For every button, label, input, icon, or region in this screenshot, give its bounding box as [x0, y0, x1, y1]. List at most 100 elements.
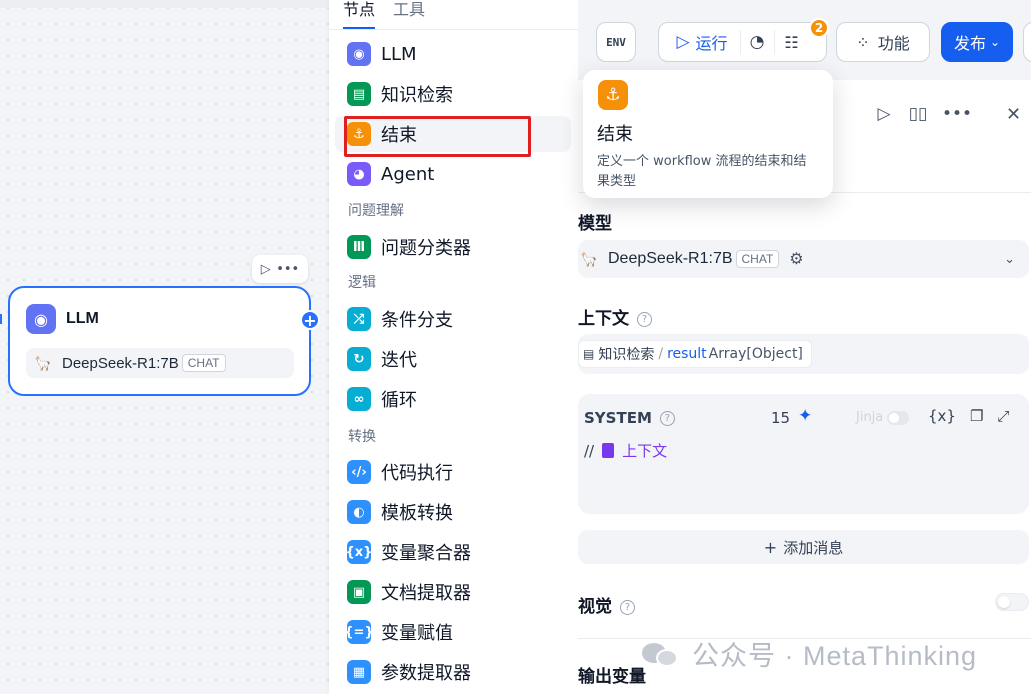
separator: /	[658, 346, 664, 362]
jinja-label: Jinja	[856, 410, 884, 425]
context-variable-chip[interactable]: ▤ 知识检索 / result Array[Object]	[578, 340, 812, 368]
model-selector[interactable]: 🦙 DeepSeek-R1:7B CHAT ⚙ ⌄	[578, 240, 1029, 278]
features-icon: ⁘	[856, 32, 870, 52]
context-field[interactable]: ▤ 知识检索 / result Array[Object]	[578, 334, 1029, 374]
jinja-toggle[interactable]: Jinja	[856, 410, 910, 425]
block-item-label: 条件分支	[381, 310, 453, 331]
block-icon: ∞	[347, 387, 371, 411]
block-icon: ◉	[347, 42, 371, 66]
context-type: Array[Object]	[708, 346, 803, 362]
close-icon[interactable]: ✕	[1006, 104, 1021, 125]
wechat-logo-icon	[642, 639, 680, 669]
jinja-switch[interactable]	[887, 410, 910, 425]
model-name: DeepSeek-R1:7B	[608, 250, 733, 267]
run-group: ▷ 运行 ◔ ☷	[658, 22, 827, 62]
system-prompt-editor[interactable]: // 上下文	[584, 440, 667, 461]
copy-icon[interactable]: ❐	[970, 407, 983, 425]
context-var-token: 上下文	[602, 440, 667, 461]
panel-header-icons: ▷ ▯▯ •••	[874, 104, 972, 124]
llm-icon: ◉	[26, 304, 56, 334]
block-item-label: 循环	[381, 390, 417, 411]
output-variables-label: 输出变量	[578, 667, 646, 687]
checklist-count-badge: 2	[809, 18, 829, 38]
checklist-icon[interactable]: ☷	[775, 33, 809, 52]
block-group-label: 逻辑	[348, 275, 376, 291]
block-icon: {=}	[344, 620, 374, 644]
vision-switch[interactable]	[995, 593, 1029, 611]
add-message-button[interactable]: + 添加消息	[578, 530, 1029, 564]
expand-icon[interactable]: ⤢	[997, 407, 1009, 425]
block-icon: ▦	[347, 660, 371, 684]
block-group-label: 问题理解	[348, 203, 404, 219]
model-avatar-icon: 🦙	[34, 354, 52, 371]
vision-label-text: 视觉	[578, 597, 612, 617]
publish-label: 发布	[953, 34, 986, 53]
vision-label: 视觉?	[578, 592, 635, 617]
llm-node[interactable]: ◉ LLM 🦙 DeepSeek-R1:7B CHAT +	[8, 286, 320, 396]
run-node-icon[interactable]: ▷	[874, 104, 894, 124]
sparkle-icon[interactable]: ✦	[798, 406, 812, 426]
block-icon: ◕	[347, 162, 371, 186]
add-next-node-button[interactable]: +	[300, 310, 320, 330]
block-item[interactable]: ◕ Agent	[335, 156, 571, 192]
block-item-label: 迭代	[381, 350, 417, 371]
variable-icon[interactable]: {x}	[928, 407, 956, 425]
block-icon: ↻	[347, 347, 371, 371]
history-icon[interactable]: ◔	[741, 30, 775, 54]
block-icon: Ⅲ	[347, 235, 371, 259]
block-item-label: 知识检索	[381, 85, 453, 106]
block-item[interactable]: ↻ 迭代	[335, 341, 571, 377]
features-button[interactable]: ⁘ 功能	[836, 22, 930, 62]
block-icon: ⤮	[347, 307, 371, 331]
highlight-box	[344, 116, 531, 157]
tooltip-description: 定义一个 workflow 流程的结束和结果类型	[597, 154, 807, 189]
tab-tools[interactable]: 工具	[393, 0, 425, 29]
more-toolbar-button[interactable]	[1023, 22, 1031, 62]
block-item[interactable]: Ⅲ 问题分类器	[335, 229, 571, 265]
more-icon[interactable]: •••	[942, 104, 972, 124]
block-item[interactable]: ▦ 参数提取器	[335, 654, 571, 690]
block-item[interactable]: ▤ 知识检索	[335, 76, 571, 112]
node-title: LLM	[66, 310, 99, 327]
block-item-label: 问题分类器	[381, 238, 471, 259]
comment-prefix: //	[584, 441, 595, 460]
block-item[interactable]: ⤮ 条件分支	[335, 301, 571, 337]
block-item[interactable]: ∞ 循环	[335, 381, 571, 417]
docs-icon[interactable]: ▯▯	[908, 104, 928, 124]
block-group-label: 转换	[348, 429, 376, 445]
block-item[interactable]: ◉ LLM	[335, 36, 571, 72]
run-button[interactable]: ▷ 运行	[676, 30, 741, 54]
file-icon	[602, 443, 615, 458]
block-icon: ▣	[347, 580, 371, 604]
block-item[interactable]: ▣ 文档提取器	[335, 574, 571, 610]
publish-button[interactable]: 发布 ⌄	[941, 22, 1013, 62]
block-item-label: 参数提取器	[381, 663, 471, 684]
features-label: 功能	[877, 34, 910, 53]
settings-sliders-icon[interactable]: ⚙	[789, 249, 803, 269]
tooltip-title: 结束	[597, 124, 633, 144]
block-item[interactable]: {x} 变量聚合器	[335, 534, 571, 570]
system-label-text: SYSTEM	[584, 409, 652, 427]
block-item[interactable]: ‹/› 代码执行	[335, 454, 571, 490]
node-toolbar: ▷ •••	[252, 255, 308, 283]
help-icon[interactable]: ?	[620, 599, 635, 615]
model-avatar-icon: 🦙	[580, 250, 598, 267]
block-item[interactable]: ◐ 模板转换	[335, 494, 571, 530]
env-button[interactable]: ENV	[596, 22, 636, 62]
help-icon[interactable]: ?	[659, 411, 675, 426]
block-item-label: 变量赋值	[381, 623, 453, 644]
context-label: 上下文?	[578, 304, 652, 329]
chevron-down-icon: ⌄	[1004, 251, 1015, 266]
help-icon[interactable]: ?	[637, 311, 652, 327]
block-icon: ▤	[347, 82, 371, 106]
system-label: SYSTEM?	[584, 409, 675, 427]
more-icon[interactable]: •••	[276, 262, 299, 277]
tab-nodes[interactable]: 节点	[343, 0, 376, 29]
block-icon: ‹/›	[347, 460, 371, 484]
block-item[interactable]: {=} 变量赋值	[335, 614, 571, 650]
prompt-tools: {x} ❐ ⤢	[928, 407, 1009, 425]
play-icon[interactable]: ▷	[261, 262, 271, 277]
token-count: 15	[771, 409, 791, 427]
block-item-label: Agent	[381, 163, 435, 185]
block-icon: ◐	[347, 500, 371, 524]
